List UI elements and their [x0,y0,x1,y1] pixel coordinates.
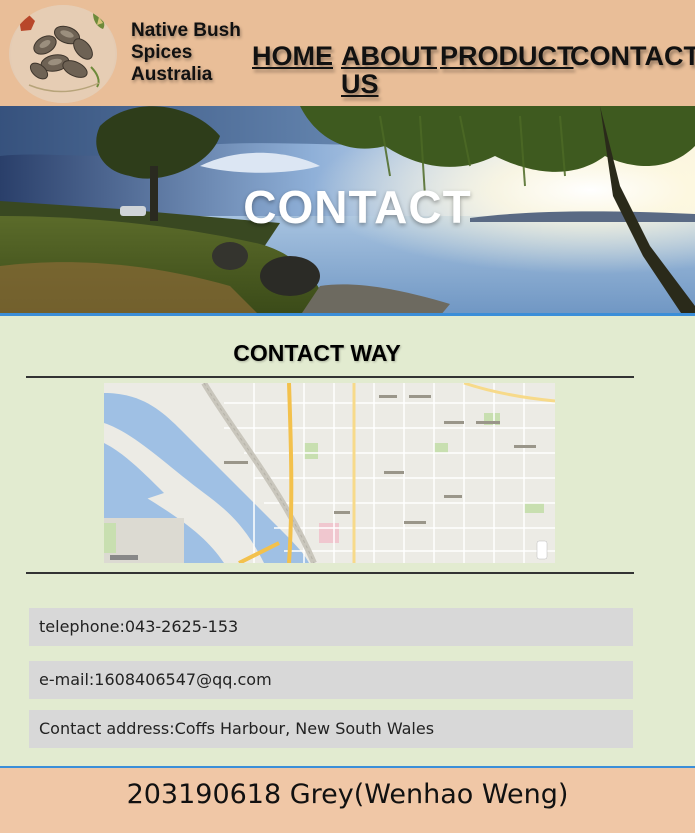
telephone-info: telephone:043-2625-153 [29,608,633,646]
hero-banner: CONTACT [0,106,695,316]
street-map-image[interactable] [104,383,555,563]
nav-about-us-link[interactable]: ABOUT US [341,42,437,98]
divider-top [26,376,634,378]
nav-product-link[interactable]: PRODUCT [440,42,574,70]
nav-contact-link[interactable]: CONTACT [570,42,695,70]
main-nav: HOME ABOUT US PRODUCT CONTACT [0,36,695,106]
email-info: e-mail:1608406547@qq.com [29,661,633,699]
site-header: Native Bush Spices Australia HOME ABOUT … [0,0,695,106]
address-info: Contact address:Coffs Harbour, New South… [29,710,633,748]
contact-heading: CONTACT WAY [233,340,401,366]
hero-title: CONTACT [243,181,472,233]
site-footer: 203190618 Grey(Wenhao Weng) [0,766,695,833]
nav-home-link[interactable]: HOME [252,42,333,70]
divider-bottom [26,572,634,574]
